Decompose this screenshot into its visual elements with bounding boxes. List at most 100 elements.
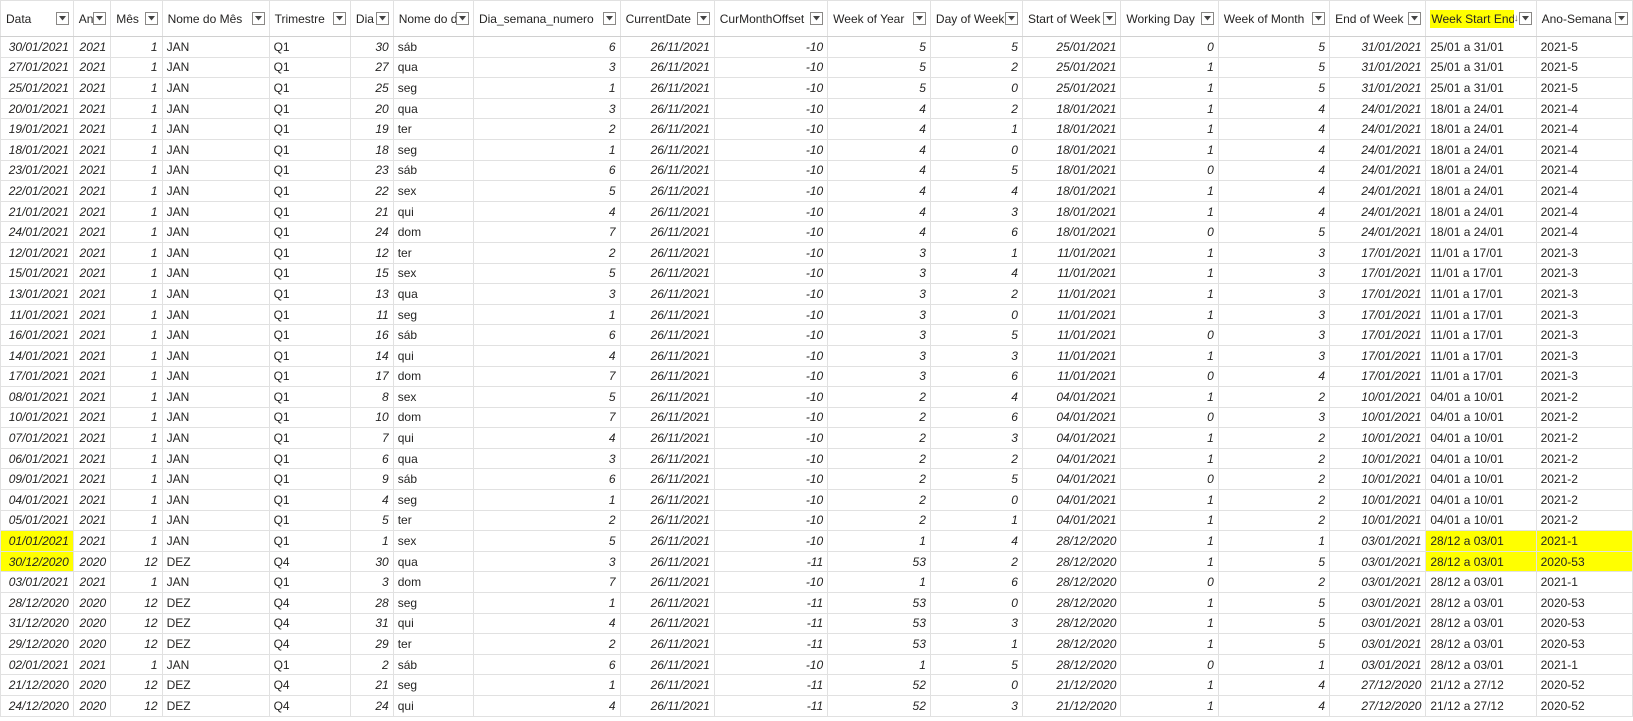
cell-currentdate: 26/11/2021: [619, 592, 715, 614]
cell-nome-do-dia: qui: [392, 695, 474, 717]
filter-dropdown-icon[interactable]: [912, 12, 926, 25]
filter-dropdown-icon[interactable]: [696, 12, 710, 25]
cell-week-start-end: 04/01 a 10/01: [1425, 468, 1537, 491]
cell-nome-do-dia: sáb: [392, 324, 474, 346]
column-header-dia[interactable]: Dia: [349, 0, 394, 37]
filter-dropdown-icon[interactable]: [455, 12, 469, 25]
filter-dropdown-icon[interactable]: [810, 12, 824, 25]
column-header-ano-semana[interactable]: Ano-Semana: [1535, 0, 1633, 37]
table-row[interactable]: 30/01/2021 2021 1 JAN Q1 30 sáb 6 26/11/2021 -10 5…: [0, 36, 1633, 58]
cell-ano: 2021: [72, 530, 112, 552]
filter-dropdown-icon[interactable]: [1615, 12, 1628, 25]
table-row[interactable]: 11/01/2021 2021 1 JAN Q1 11 seg 1 26/11/2021 -10 3…: [0, 303, 1633, 326]
filter-dropdown-icon[interactable]: [93, 12, 107, 25]
cell-dia: 23: [349, 159, 394, 182]
table-row[interactable]: 24/01/2021 2021 1 JAN Q1 24 dom 7 26/11/2021 -10 4…: [0, 221, 1633, 243]
filter-dropdown-icon[interactable]: [1004, 12, 1018, 25]
table-row[interactable]: 07/01/2021 2021 1 JAN Q1 7 qui 4 26/11/2021 -10 2 3…: [0, 427, 1633, 449]
cell-start-of-week: 04/01/2021: [1021, 447, 1122, 470]
cell-ano: 2021: [72, 262, 112, 285]
table-row[interactable]: 21/12/2020 2020 12 DEZ Q4 21 seg 1 26/11/2021 -11…: [0, 674, 1633, 696]
column-header-nome-do-mes[interactable]: Nome do Mês: [161, 0, 270, 37]
table-row[interactable]: 19/01/2021 2021 1 JAN Q1 19 ter 2 26/11/2021 -10 4…: [0, 118, 1633, 140]
column-header-week-start-end[interactable]: Week Start End ↓: [1425, 0, 1537, 37]
filter-dropdown-icon[interactable]: [1518, 12, 1532, 25]
column-header-end-of-week[interactable]: End of Week: [1329, 0, 1427, 37]
cell-start-of-week: 11/01/2021: [1021, 303, 1122, 326]
table-row[interactable]: 27/01/2021 2021 1 JAN Q1 27 qua 3 26/11/2021 -10 5…: [0, 56, 1633, 79]
cell-week-start-end: 04/01 a 10/01: [1425, 489, 1537, 511]
cell-dia: 2: [349, 653, 394, 676]
filter-dropdown-icon[interactable]: [1408, 12, 1422, 25]
cell-week-of-year: 4: [827, 97, 931, 120]
cell-currentdate: 26/11/2021: [619, 241, 715, 264]
table-row[interactable]: 18/01/2021 2021 1 JAN Q1 18 seg 1 26/11/2021 -10 4…: [0, 138, 1633, 161]
filter-dropdown-icon[interactable]: [1103, 12, 1117, 25]
column-header-currentdate[interactable]: CurrentDate: [619, 0, 715, 37]
filter-dropdown-icon[interactable]: [144, 12, 158, 25]
table-row[interactable]: 28/12/2020 2020 12 DEZ Q4 28 seg 1 26/11/2021 -11…: [0, 592, 1633, 614]
cell-curmonthoffset: -10: [713, 571, 829, 594]
column-header-dia-semana-numero[interactable]: Dia_semana_numero: [472, 0, 621, 37]
table-row[interactable]: 25/01/2021 2021 1 JAN Q1 25 seg 1 26/11/2021 -10 5…: [0, 77, 1633, 99]
table-row[interactable]: 15/01/2021 2021 1 JAN Q1 15 sex 5 26/11/2021 -10 3…: [0, 262, 1633, 285]
filter-dropdown-icon[interactable]: [1312, 12, 1326, 25]
table-row[interactable]: 03/01/2021 2021 1 JAN Q1 3 dom 7 26/11/2021 -10 1 6…: [0, 571, 1633, 594]
cell-week-of-year: 2: [827, 489, 931, 511]
table-row[interactable]: 14/01/2021 2021 1 JAN Q1 14 qui 4 26/11/2021 -10 3…: [0, 344, 1633, 367]
cell-mes: 1: [110, 468, 163, 491]
filter-dropdown-icon[interactable]: [251, 12, 265, 25]
table-row[interactable]: 05/01/2021 2021 1 JAN Q1 5 ter 2 26/11/2021 -10 2 1…: [0, 509, 1633, 532]
filter-dropdown-icon[interactable]: [332, 12, 346, 25]
table-row[interactable]: 12/01/2021 2021 1 JAN Q1 12 ter 2 26/11/2021 -10 3…: [0, 241, 1633, 264]
cell-week-start-end: 25/01 a 31/01: [1425, 77, 1537, 99]
column-header-week-of-year[interactable]: Week of Year: [827, 0, 931, 37]
cell-week-of-year: 1: [827, 653, 931, 676]
table-row[interactable]: 20/01/2021 2021 1 JAN Q1 20 qua 3 26/11/2021 -10 4…: [0, 97, 1633, 120]
filter-dropdown-icon[interactable]: [602, 12, 616, 25]
column-header-trimestre[interactable]: Trimestre: [268, 0, 351, 37]
column-header-mes[interactable]: Mês: [110, 0, 163, 37]
cell-curmonthoffset: -10: [713, 468, 829, 491]
column-header-ano[interactable]: Ano: [72, 0, 112, 37]
column-header-day-of-week[interactable]: Day of Week: [929, 0, 1023, 37]
column-header-start-of-week[interactable]: Start of Week: [1021, 0, 1122, 37]
table-row[interactable]: 04/01/2021 2021 1 JAN Q1 4 seg 1 26/11/2021 -10 2 0…: [0, 489, 1633, 511]
cell-start-of-week: 04/01/2021: [1021, 386, 1122, 408]
table-row[interactable]: 29/12/2020 2020 12 DEZ Q4 29 ter 2 26/11/2021 -11…: [0, 633, 1633, 655]
cell-week-of-month: 2: [1217, 468, 1331, 491]
column-header-week-of-month[interactable]: Week of Month: [1217, 0, 1331, 37]
cell-working-day: 1: [1120, 180, 1219, 202]
column-header-working-day[interactable]: Working Day: [1120, 0, 1219, 37]
table-row[interactable]: 22/01/2021 2021 1 JAN Q1 22 sex 5 26/11/2021 -10 4…: [0, 180, 1633, 202]
filter-dropdown-icon[interactable]: [1200, 12, 1214, 25]
table-row[interactable]: 06/01/2021 2021 1 JAN Q1 6 qua 3 26/11/2021 -10 2 2…: [0, 447, 1633, 470]
table-row[interactable]: 02/01/2021 2021 1 JAN Q1 2 sáb 6 26/11/2021 -10 1 5…: [0, 653, 1633, 676]
cell-day-of-week: 3: [929, 612, 1023, 635]
filter-dropdown-icon[interactable]: [55, 12, 69, 25]
cell-curmonthoffset: -10: [713, 324, 829, 346]
table-row[interactable]: 24/12/2020 2020 12 DEZ Q4 24 qui 4 26/11/2021 -11…: [0, 695, 1633, 717]
cell-curmonthoffset: -10: [713, 530, 829, 552]
column-header-data[interactable]: Data: [0, 0, 74, 37]
cell-nome-do-dia: dom: [392, 571, 474, 594]
cell-nome-do-mes: JAN: [161, 468, 270, 491]
table-row[interactable]: 30/12/2020 2020 12 DEZ Q4 30 qua 3 26/11/2021 -11…: [0, 550, 1633, 573]
cell-currentdate: 26/11/2021: [619, 427, 715, 449]
table-row[interactable]: 23/01/2021 2021 1 JAN Q1 23 sáb 6 26/11/2021 -10 4…: [0, 159, 1633, 182]
cell-start-of-week: 11/01/2021: [1021, 241, 1122, 264]
column-header-nome-do-dia[interactable]: Nome do dia: [392, 0, 474, 37]
cell-end-of-week: 10/01/2021: [1329, 386, 1427, 408]
table-row[interactable]: 31/12/2020 2020 12 DEZ Q4 31 qui 4 26/11/2021 -11…: [0, 612, 1633, 635]
cell-day-of-week: 5: [929, 324, 1023, 346]
table-row[interactable]: 13/01/2021 2021 1 JAN Q1 13 qua 3 26/11/2021 -10 3…: [0, 283, 1633, 305]
table-row[interactable]: 21/01/2021 2021 1 JAN Q1 21 qui 4 26/11/2021 -10 4…: [0, 200, 1633, 223]
table-row[interactable]: 01/01/2021 2021 1 JAN Q1 1 sex 5 26/11/2021 -10 1 4…: [0, 530, 1633, 552]
table-row[interactable]: 17/01/2021 2021 1 JAN Q1 17 dom 7 26/11/2021 -10 3…: [0, 365, 1633, 388]
column-header-curmonthoffset[interactable]: CurMonthOffset: [713, 0, 829, 37]
filter-dropdown-icon[interactable]: [375, 12, 389, 25]
table-row[interactable]: 16/01/2021 2021 1 JAN Q1 16 sáb 6 26/11/2021 -10 3…: [0, 324, 1633, 346]
table-row[interactable]: 08/01/2021 2021 1 JAN Q1 8 sex 5 26/11/2021 -10 2 4…: [0, 386, 1633, 408]
table-row[interactable]: 09/01/2021 2021 1 JAN Q1 9 sáb 6 26/11/2021 -10 2 5…: [0, 468, 1633, 491]
table-row[interactable]: 10/01/2021 2021 1 JAN Q1 10 dom 7 26/11/2021 -10 2…: [0, 406, 1633, 429]
